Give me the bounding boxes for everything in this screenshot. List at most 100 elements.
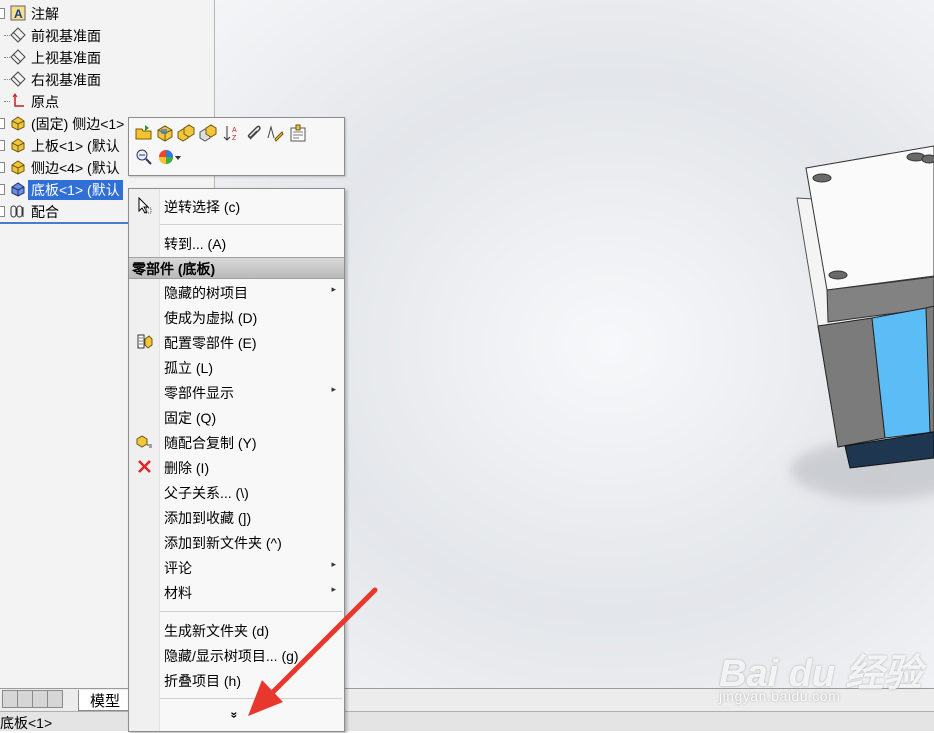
menu-item-label: 父子关系... (\): [164, 485, 249, 501]
menu-item-add-to-new-folder[interactable]: 添加到新文件夹 (^): [129, 529, 344, 554]
menu-item-label: 零部件显示: [164, 385, 234, 401]
submenu-arrow-icon: ▸: [331, 384, 336, 394]
tree-item-label: 注解: [31, 6, 59, 22]
copy-mates-icon: [136, 435, 152, 448]
menu-item-label: 添加到新文件夹 (^): [164, 535, 282, 551]
tree-item-label: 右视基准面: [31, 72, 101, 88]
assembly-icon[interactable]: [177, 124, 195, 142]
tree-item-top-plane[interactable]: 上视基准面: [0, 46, 214, 68]
tree-item-origin[interactable]: 原点: [0, 90, 214, 112]
menu-separator: [160, 224, 342, 225]
menu-item-make-virtual[interactable]: 使成为虚拟 (D): [129, 304, 344, 329]
context-menu: 逆转选择 (c) 转到... (A) 零部件 (底板) 隐藏的树项目 ▸ 使成为…: [128, 188, 345, 732]
tree-item-label: 原点: [31, 94, 59, 110]
expand-toggle[interactable]: [0, 118, 5, 129]
paperclip-icon[interactable]: [245, 124, 263, 142]
sort-icon[interactable]: AZ: [223, 124, 241, 142]
part-icon: [11, 116, 25, 131]
plane-icon: [10, 27, 26, 43]
menu-item-hide-show-tree-items[interactable]: 隐藏/显示树项目... (g): [129, 642, 344, 667]
tab-nav-next-button[interactable]: [32, 690, 48, 708]
properties-icon[interactable]: [289, 124, 307, 142]
menu-separator: [160, 611, 342, 612]
hide-components-icon[interactable]: [199, 124, 217, 142]
menu-item-fix[interactable]: 固定 (Q): [129, 404, 344, 429]
expand-toggle[interactable]: [0, 8, 5, 19]
origin-icon: [12, 93, 24, 107]
menu-item-configure-component[interactable]: 配置零部件 (E): [129, 329, 344, 354]
tree-item-label: 上视基准面: [31, 50, 101, 66]
svg-text:A: A: [14, 7, 23, 21]
svg-text:A: A: [232, 127, 237, 134]
zoom-to-selection-icon[interactable]: [135, 148, 153, 166]
menu-item-label: 使成为虚拟 (D): [164, 310, 258, 326]
menu-item-label: 转到... (A): [164, 236, 227, 252]
menu-item-label: 添加到收藏 (]): [164, 510, 252, 526]
sketch-edit-icon[interactable]: [266, 124, 284, 142]
context-toolbar: AZ: [128, 117, 345, 176]
menu-separator: [160, 698, 342, 699]
tree-item-label: 上板<1> (默认: [31, 138, 120, 154]
submenu-arrow-icon: ▸: [331, 559, 336, 569]
submenu-arrow-icon: ▸: [331, 584, 336, 594]
select-cursor-icon: [138, 197, 152, 214]
baidu-watermark: Bai du 经验 jingyan.baidu.com: [715, 640, 925, 710]
menu-item-label: 隐藏的树项目: [164, 285, 248, 301]
appearance-icon[interactable]: [157, 148, 175, 166]
config-icon: [137, 334, 153, 349]
menu-section-title: 零部件 (底板): [132, 261, 216, 277]
menu-item-label: 配置零部件 (E): [164, 335, 257, 351]
tree-item-label: 配合: [31, 204, 59, 220]
menu-item-parent-child[interactable]: 父子关系... (\): [129, 479, 344, 504]
menu-item-label: 评论: [164, 560, 192, 576]
menu-item-delete[interactable]: 删除 (I): [129, 454, 344, 479]
tab-nav-prev-button[interactable]: [17, 690, 33, 708]
menu-item-collapse-items[interactable]: 折叠项目 (h): [129, 667, 344, 692]
tree-item-label: 底板<1> (默认: [28, 180, 123, 200]
expand-toggle[interactable]: [0, 162, 5, 173]
tab-model[interactable]: 模型: [78, 690, 132, 711]
tree-item-annotations[interactable]: A 注解: [0, 2, 214, 24]
tree-item-right-plane[interactable]: 右视基准面: [0, 68, 214, 90]
edit-part-icon[interactable]: [156, 124, 174, 142]
part-icon: [11, 138, 25, 153]
menu-item-label: 隐藏/显示树项目... (g): [164, 648, 299, 664]
part-icon: [11, 160, 25, 175]
menu-item-copy-with-mates[interactable]: 随配合复制 (Y): [129, 429, 344, 454]
status-text: 底板<1>: [0, 715, 53, 731]
menu-item-add-to-favorites[interactable]: 添加到收藏 (]): [129, 504, 344, 529]
tree-item-label: 侧边<4> (默认: [31, 160, 120, 176]
menu-item-comment[interactable]: 评论 ▸: [129, 554, 344, 579]
open-part-icon[interactable]: [135, 124, 153, 142]
plane-icon: [10, 71, 26, 87]
expand-toggle[interactable]: [0, 140, 5, 151]
delete-icon: [138, 460, 151, 473]
menu-item-invert-selection[interactable]: 逆转选择 (c): [129, 193, 344, 218]
dropdown-arrow-icon[interactable]: [174, 148, 182, 166]
menu-item-label: 逆转选择 (c): [164, 199, 241, 215]
menu-section-header: 零部件 (底板): [129, 257, 344, 279]
menu-item-label: 孤立 (L): [164, 360, 213, 376]
plane-icon: [10, 49, 26, 65]
expand-toggle[interactable]: [0, 184, 5, 195]
svg-text:Z: Z: [232, 135, 237, 142]
menu-item-label: 折叠项目 (h): [164, 673, 241, 689]
menu-item-label: 材料: [164, 585, 192, 601]
tab-nav-first-button[interactable]: [2, 690, 18, 708]
menu-item-component-display[interactable]: 零部件显示 ▸: [129, 379, 344, 404]
menu-expand-more-button[interactable]: »: [129, 705, 344, 730]
expand-toggle[interactable]: [0, 206, 5, 217]
annotation-icon: A: [10, 5, 26, 21]
menu-item-material[interactable]: 材料 ▸: [129, 579, 344, 604]
menu-item-isolate[interactable]: 孤立 (L): [129, 354, 344, 379]
menu-item-label: 删除 (I): [164, 460, 210, 476]
tree-item-front-plane[interactable]: 前视基准面: [0, 24, 214, 46]
menu-item-label: 随配合复制 (Y): [164, 435, 257, 451]
menu-item-goto[interactable]: 转到... (A): [129, 230, 344, 255]
tab-nav-last-button[interactable]: [47, 690, 63, 708]
part-icon: [11, 182, 25, 197]
menu-item-create-new-folder[interactable]: 生成新文件夹 (d): [129, 617, 344, 642]
menu-item-label: 生成新文件夹 (d): [164, 623, 269, 639]
tree-item-label: 前视基准面: [31, 28, 101, 44]
menu-item-hidden-tree-items[interactable]: 隐藏的树项目 ▸: [129, 279, 344, 304]
